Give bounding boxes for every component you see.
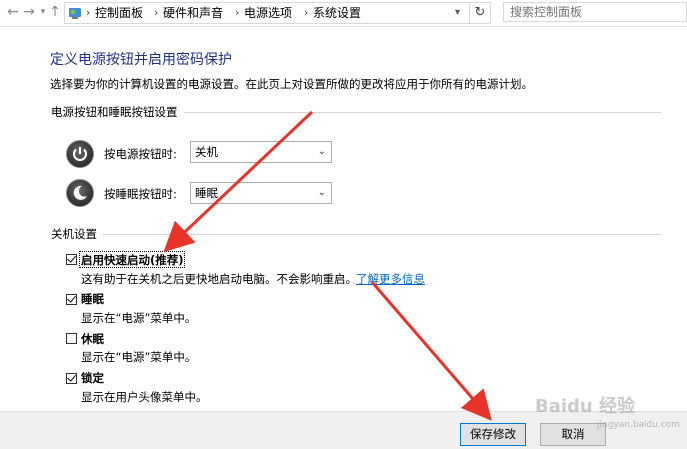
baidu-watermark-url: jingyan.baidu.com bbox=[597, 420, 681, 430]
address-dropdown-icon[interactable]: ▾ bbox=[455, 3, 460, 23]
power-button-icon bbox=[66, 140, 94, 168]
breadcrumb: › 控制面板 › 硬件和声音 › 电源选项 › 系统设置 bbox=[64, 2, 470, 24]
power-button-action-value: 关机 bbox=[195, 145, 218, 159]
power-button-action-select[interactable]: 关机 ⌄ bbox=[190, 141, 332, 163]
group-label-shutdown-settings: 关机设置 bbox=[51, 226, 103, 242]
search-input[interactable] bbox=[503, 2, 687, 22]
fast-startup-description: 这有助于在关机之后更快地启动电脑。不会影响重启。 bbox=[81, 272, 357, 286]
annotation-arrow bbox=[163, 110, 314, 253]
breadcrumb-item-system-settings[interactable]: 系统设置 bbox=[313, 3, 361, 23]
breadcrumb-item-power-options[interactable]: 电源选项 bbox=[244, 3, 292, 23]
sleep-button-action-value: 睡眠 bbox=[195, 186, 218, 200]
breadcrumb-item-hardware-sound[interactable]: 硬件和声音 bbox=[163, 3, 223, 23]
page-title: 定义电源按钮并启用密码保护 bbox=[50, 52, 232, 68]
fast-startup-checkbox[interactable] bbox=[66, 254, 77, 265]
annotation-arrow bbox=[370, 281, 492, 421]
fast-startup-label[interactable]: 启用快速启动(推荐) bbox=[81, 252, 184, 268]
up-arrow-icon[interactable]: ↑ bbox=[46, 3, 64, 21]
hibernate-option-label[interactable]: 休眠 bbox=[81, 331, 104, 347]
hibernate-option-description: 显示在“电源”菜单中。 bbox=[81, 350, 197, 364]
power-button-label: 按电源按钮时: bbox=[104, 147, 177, 161]
sleep-checkbox[interactable] bbox=[66, 294, 77, 305]
sleep-button-icon bbox=[66, 179, 94, 207]
page-description: 选择要为你的计算机设置的电源设置。在此页上对设置所做的更改将应用于你所有的电源计… bbox=[50, 77, 533, 91]
save-changes-button[interactable]: 保存修改 bbox=[460, 423, 526, 446]
sleep-option-label[interactable]: 睡眠 bbox=[81, 291, 104, 307]
group-divider bbox=[51, 234, 661, 235]
sleep-button-label: 按睡眠按钮时: bbox=[104, 187, 177, 201]
lock-option-label[interactable]: 锁定 bbox=[81, 370, 104, 386]
breadcrumb-item-control-panel[interactable]: 控制面板 bbox=[95, 3, 143, 23]
chevron-down-icon: ⌄ bbox=[317, 146, 326, 157]
lock-checkbox[interactable] bbox=[66, 373, 77, 384]
sleep-button-action-select[interactable]: 睡眠 ⌄ bbox=[190, 182, 332, 204]
breadcrumb-separator: › bbox=[154, 6, 159, 19]
breadcrumb-separator: › bbox=[235, 6, 240, 19]
group-label-power-buttons: 电源按钮和睡眠按钮设置 bbox=[51, 104, 184, 120]
chevron-down-icon: ⌄ bbox=[317, 187, 326, 198]
lock-option-description: 显示在用户头像菜单中。 bbox=[81, 390, 208, 404]
hibernate-checkbox[interactable] bbox=[66, 333, 77, 344]
learn-more-link[interactable]: 了解更多信息 bbox=[356, 271, 425, 287]
breadcrumb-separator: › bbox=[86, 6, 91, 19]
refresh-icon[interactable]: ↻ bbox=[469, 2, 491, 24]
sleep-option-description: 显示在“电源”菜单中。 bbox=[81, 311, 197, 325]
baidu-watermark: Baidu 经验 bbox=[535, 396, 636, 417]
breadcrumb-separator: › bbox=[304, 6, 309, 19]
control-panel-icon bbox=[69, 8, 81, 19]
address-bar: ← → ▾ ↑ › 控制面板 › 硬件和声音 › 电源选项 › 系统设置 ▾ ↻ bbox=[0, 0, 687, 27]
